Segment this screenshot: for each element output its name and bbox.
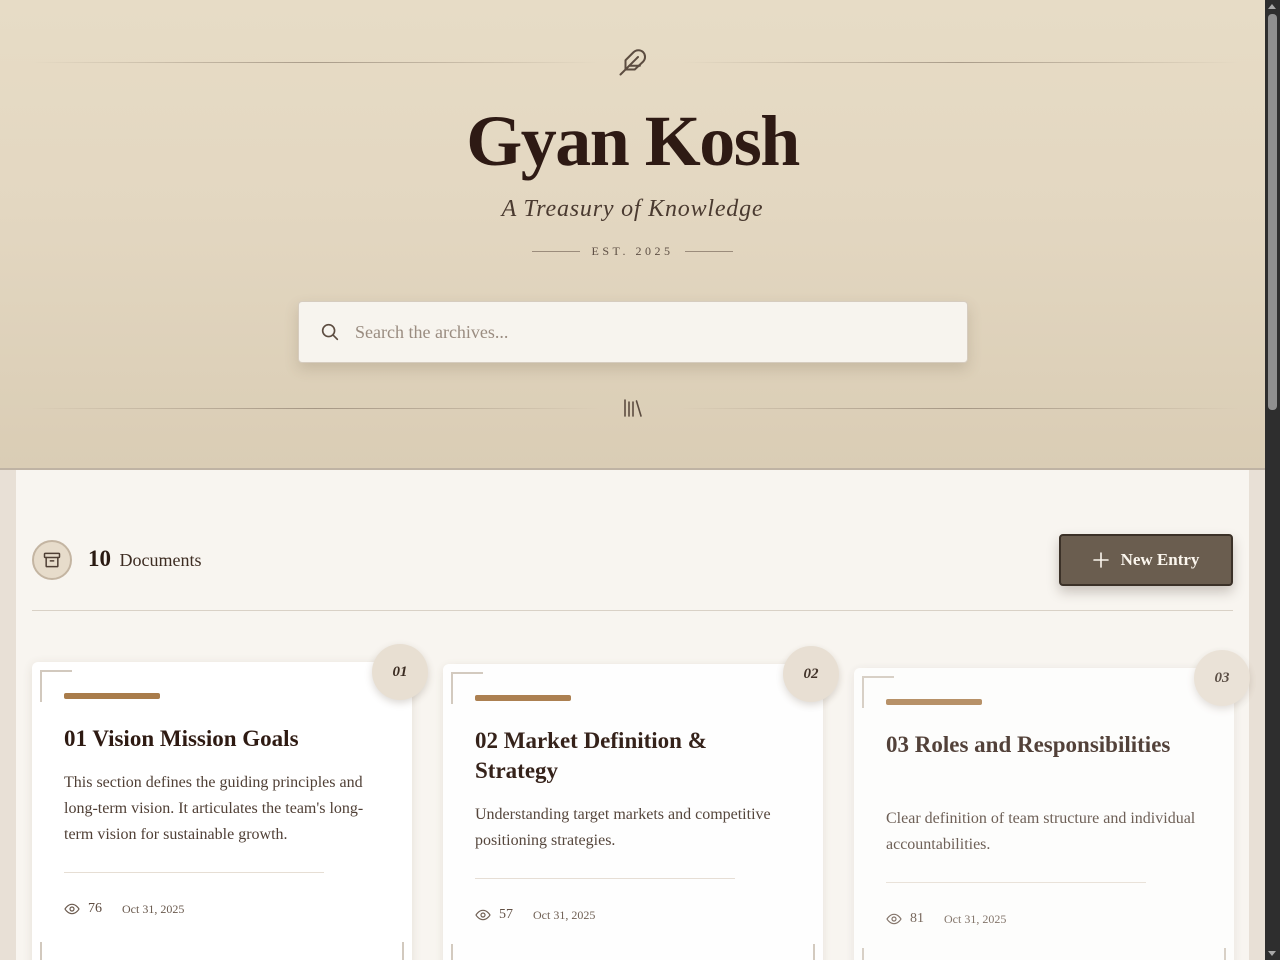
library-icon	[624, 399, 642, 417]
card-meta: 57 Oct 31, 2025	[475, 907, 595, 923]
document-count-label: Documents	[119, 550, 202, 570]
card-title: 03 Roles and Responsibilities	[886, 732, 1171, 757]
card-divider	[64, 872, 324, 873]
card-divider	[886, 882, 1146, 883]
card-corner	[451, 944, 483, 960]
document-count: 10 Documents	[88, 546, 201, 572]
eye-icon	[886, 913, 902, 925]
header-rule	[680, 62, 1240, 63]
documents-panel: 10 Documents New Entry 01 01 Vision Miss…	[16, 470, 1250, 960]
divider	[531, 251, 580, 252]
card-corner	[862, 948, 894, 960]
card-meta: 81 Oct 31, 2025	[886, 911, 1006, 927]
card-date: Oct 31, 2025	[122, 901, 185, 916]
card-corner	[40, 942, 72, 960]
view-count: 76	[88, 901, 102, 916]
card-number-badge: 02	[783, 646, 839, 702]
card-corner	[783, 944, 815, 960]
new-entry-label: New Entry	[1120, 550, 1200, 569]
card-title: 02 Market Definition & Strategy	[475, 728, 707, 783]
card-divider	[475, 878, 735, 879]
card-description: Understanding target markets and competi…	[475, 806, 771, 849]
card-accent-bar	[475, 695, 571, 701]
established-line: EST. 2025	[0, 244, 1265, 259]
plus-icon	[1092, 552, 1109, 568]
eye-icon	[64, 903, 80, 915]
search-input[interactable]	[355, 312, 935, 352]
feather-icon	[619, 49, 646, 76]
card-description: This section defines the guiding princip…	[64, 774, 364, 843]
document-card[interactable]: 03 03 Roles and Responsibilities Clear d…	[854, 650, 1250, 960]
card-meta: 76 Oct 31, 2025	[64, 901, 184, 917]
card-description: Clear definition of team structure and i…	[886, 810, 1196, 853]
scroll-down-arrow-icon[interactable]	[1268, 951, 1276, 956]
card-corner	[1194, 948, 1226, 960]
scrollbar-thumb[interactable]	[1268, 14, 1277, 410]
card-accent-bar	[64, 693, 160, 699]
card-accent-bar	[886, 699, 982, 705]
site-subtitle: A Treasury of Knowledge	[501, 196, 764, 222]
card-corner	[372, 942, 404, 960]
divider	[685, 251, 734, 252]
card-date: Oct 31, 2025	[533, 907, 596, 922]
page: Gyan Kosh A Treasury of Knowledge EST. 2…	[0, 0, 1265, 960]
new-entry-button[interactable]: New Entry	[1059, 534, 1233, 586]
card-title: 01 Vision Mission Goals	[64, 726, 299, 751]
site-title: Gyan Kosh	[466, 101, 800, 181]
header-rule	[680, 408, 1240, 409]
view-count: 57	[499, 907, 513, 922]
document-card[interactable]: 02 02 Market Definition & Strategy Under…	[443, 646, 839, 960]
archive-badge	[32, 540, 72, 580]
card-number-badge: 01	[372, 644, 428, 700]
site-header: Gyan Kosh A Treasury of Knowledge EST. 2…	[0, 0, 1265, 470]
established-text: EST. 2025	[591, 244, 674, 258]
header-rule	[30, 408, 600, 409]
divider	[32, 610, 1233, 611]
card-number-badge: 03	[1194, 650, 1250, 706]
search-icon	[321, 323, 339, 341]
search-box[interactable]	[298, 301, 968, 363]
document-card[interactable]: 01 01 Vision Mission Goals This section …	[32, 644, 428, 960]
scrollbar[interactable]	[1265, 0, 1280, 960]
eye-icon	[475, 909, 491, 921]
view-count: 81	[910, 911, 924, 926]
archive-icon	[43, 552, 61, 568]
header-rule	[30, 62, 600, 63]
document-count-number: 10	[88, 546, 111, 571]
scroll-up-arrow-icon[interactable]	[1268, 4, 1276, 9]
card-date: Oct 31, 2025	[944, 911, 1007, 926]
